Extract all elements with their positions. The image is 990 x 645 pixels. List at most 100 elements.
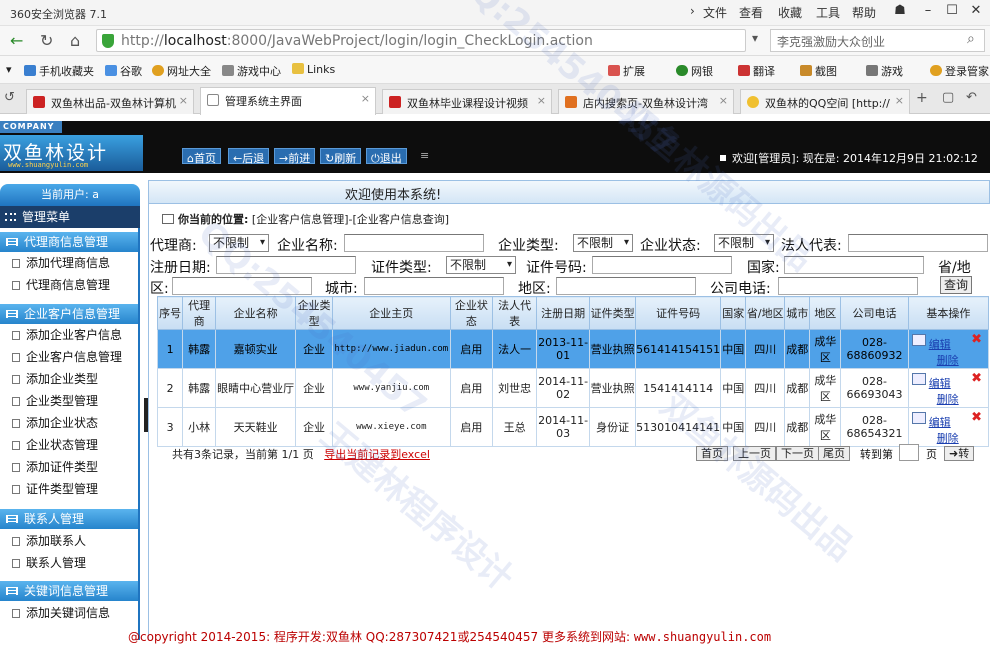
section-contacts[interactable]: 联系人管理 (0, 509, 138, 529)
delete-link[interactable]: 删除 (937, 352, 959, 368)
menu-help[interactable]: 帮助 (852, 4, 876, 21)
sidebar-item-add-status[interactable]: 添加企业状态 (0, 412, 138, 434)
delete-link[interactable]: 删除 (937, 430, 959, 446)
filter-reg-date-input[interactable] (216, 256, 356, 274)
sidebar-item-manage-agent[interactable]: 代理商信息管理 (0, 274, 138, 296)
export-excel-link[interactable]: 导出当前记录到excel (324, 448, 430, 461)
filter-city-input[interactable] (364, 277, 504, 295)
section-keywords[interactable]: 关键词信息管理 (0, 581, 138, 601)
edit-icon[interactable] (911, 373, 926, 385)
sidebar-item-add-enterprise[interactable]: 添加企业客户信息 (0, 324, 138, 346)
tab-close-icon[interactable]: × (719, 94, 728, 107)
tab-close-icon[interactable]: × (537, 94, 546, 107)
menu-view[interactable]: 查看 (739, 4, 763, 21)
bookmark-links[interactable]: Links (292, 63, 335, 76)
filter-company-name-input[interactable] (344, 234, 484, 252)
tool-games[interactable]: 游戏 (866, 63, 903, 79)
menu-tools[interactable]: 工具 (816, 4, 840, 21)
delete-icon[interactable]: ✖ (971, 371, 982, 386)
sidebar-item-add-contact[interactable]: 添加联系人 (0, 530, 138, 552)
sidebar-item-add-idtype[interactable]: 添加证件类型 (0, 456, 138, 478)
footer-site-link[interactable]: www.shuangyulin.com (634, 630, 771, 644)
bookmarks-toggle-icon[interactable]: ▾ (6, 63, 12, 76)
table-row[interactable]: 1 韩露 嘉顿实业 企业 http://www.jiadun.com 启用 法人… (156, 329, 990, 369)
tab-shuangyulin-home[interactable]: 双鱼林出品-双鱼林计算机 × (26, 89, 194, 114)
bookmark-sites[interactable]: 网址大全 (152, 63, 211, 79)
search-box[interactable]: 李克强激励大众创业 ⌕ (770, 29, 985, 52)
table-row[interactable]: 2 韩露 眼睛中心营业厅 企业 www.yanjiu.com 启用 刘世忠 20… (156, 368, 990, 408)
nav-back-button[interactable]: ←后退 (228, 148, 270, 165)
reload-icon[interactable]: ↻ (40, 31, 53, 50)
chevron-down-icon[interactable]: ▾ (752, 31, 758, 45)
tab-close-icon[interactable]: × (179, 94, 188, 107)
edit-icon[interactable] (911, 412, 926, 424)
menu-favorites[interactable]: 收藏 (778, 4, 802, 21)
table-row[interactable]: 3 小林 天天鞋业 企业 www.xieye.com 启用 王总 2014-11… (156, 407, 990, 447)
delete-icon[interactable]: ✖ (971, 332, 982, 347)
tab-qq-zone[interactable]: 双鱼林的QQ空间 [http://× (740, 89, 910, 114)
query-button[interactable]: 查询 (940, 276, 972, 294)
filter-id-number-input[interactable] (592, 256, 732, 274)
close-icon[interactable]: ✕ (966, 3, 986, 18)
delete-icon[interactable]: ✖ (971, 410, 982, 425)
go-button[interactable]: ➜转 (944, 446, 975, 461)
back-icon[interactable]: ← (10, 31, 23, 50)
filter-province-input[interactable] (172, 277, 312, 295)
tab-shop-search[interactable]: 店内搜索页-双鱼林设计湾 × (558, 89, 734, 114)
filter-district-input[interactable] (556, 277, 696, 295)
filter-company-type-select[interactable]: 不限制 (573, 234, 633, 252)
nav-refresh-button[interactable]: ↻刷新 (320, 148, 362, 165)
tab-list-icon[interactable]: ▢ (942, 90, 954, 105)
chevron-right-icon[interactable]: › (690, 4, 695, 18)
tab-close-icon[interactable]: × (895, 94, 904, 107)
nav-forward-button[interactable]: →前进 (274, 148, 316, 165)
edit-icon[interactable] (911, 334, 926, 346)
delete-link[interactable]: 删除 (937, 391, 959, 407)
goto-page-input[interactable] (899, 444, 919, 461)
address-bar[interactable]: http://localhost:8000/JavaWebProject/log… (96, 29, 746, 52)
sidebar-item-manage-status[interactable]: 企业状态管理 (0, 434, 138, 456)
section-agent[interactable]: 代理商信息管理 (0, 232, 138, 252)
undo-close-icon[interactable]: ↶ (966, 90, 977, 105)
tab-admin-main[interactable]: 管理系统主界面 × (200, 87, 376, 115)
edit-link[interactable]: 编辑 (929, 375, 951, 391)
next-page-button[interactable]: 下一页 (776, 446, 819, 461)
section-enterprise[interactable]: 企业客户信息管理 (0, 304, 138, 324)
edit-link[interactable]: 编辑 (929, 414, 951, 430)
sidebar-item-add-agent[interactable]: 添加代理商信息 (0, 252, 138, 274)
filter-company-status-select[interactable]: 不限制 (714, 234, 774, 252)
bookmark-google[interactable]: 谷歌 (105, 63, 142, 79)
menu-file[interactable]: 文件 (703, 4, 727, 21)
restore-tab-icon[interactable]: ↺ (4, 90, 15, 105)
first-page-button[interactable]: 首页 (696, 446, 728, 461)
sidebar-item-manage-enterprise[interactable]: 企业客户信息管理 (0, 346, 138, 368)
sidebar-item-add-type[interactable]: 添加企业类型 (0, 368, 138, 390)
sidebar-item-manage-idtype[interactable]: 证件类型管理 (0, 478, 138, 500)
new-tab-icon[interactable]: + (916, 90, 928, 106)
tab-close-icon[interactable]: × (361, 92, 370, 105)
bookmark-games[interactable]: 游戏中心 (222, 63, 281, 79)
filter-legal-rep-input[interactable] (848, 234, 988, 252)
tool-login-manager[interactable]: 登录管家 (930, 63, 989, 79)
maximize-icon[interactable]: ☐ (942, 3, 962, 18)
tool-extensions[interactable]: 扩展 (608, 63, 645, 79)
sidebar-item-add-keyword[interactable]: 添加关键词信息 (0, 602, 138, 624)
search-icon[interactable]: ⌕ (967, 31, 975, 47)
filter-country-input[interactable] (784, 256, 924, 274)
minimize-icon[interactable]: – (918, 3, 938, 18)
edit-link[interactable]: 编辑 (929, 336, 951, 352)
filter-id-type-select[interactable]: 不限制 (446, 256, 516, 274)
bookmark-mobile[interactable]: 手机收藏夹 (24, 63, 94, 79)
skin-icon[interactable]: ☗ (890, 3, 910, 18)
filter-agent-select[interactable]: 不限制 (209, 234, 269, 252)
prev-page-button[interactable]: 上一页 (733, 446, 776, 461)
sidebar-item-manage-contact[interactable]: 联系人管理 (0, 552, 138, 574)
nav-home-button[interactable]: ⌂首页 (182, 148, 221, 165)
tab-course-videos[interactable]: 双鱼林毕业课程设计视频 × (382, 89, 552, 114)
tool-bank[interactable]: 网银 (676, 63, 713, 79)
nav-logout-button[interactable]: ⏻退出 (366, 148, 407, 165)
filter-phone-input[interactable] (778, 277, 918, 295)
tool-translate[interactable]: 翻译 (738, 63, 775, 79)
sidebar-item-manage-type[interactable]: 企业类型管理 (0, 390, 138, 412)
last-page-button[interactable]: 尾页 (818, 446, 850, 461)
